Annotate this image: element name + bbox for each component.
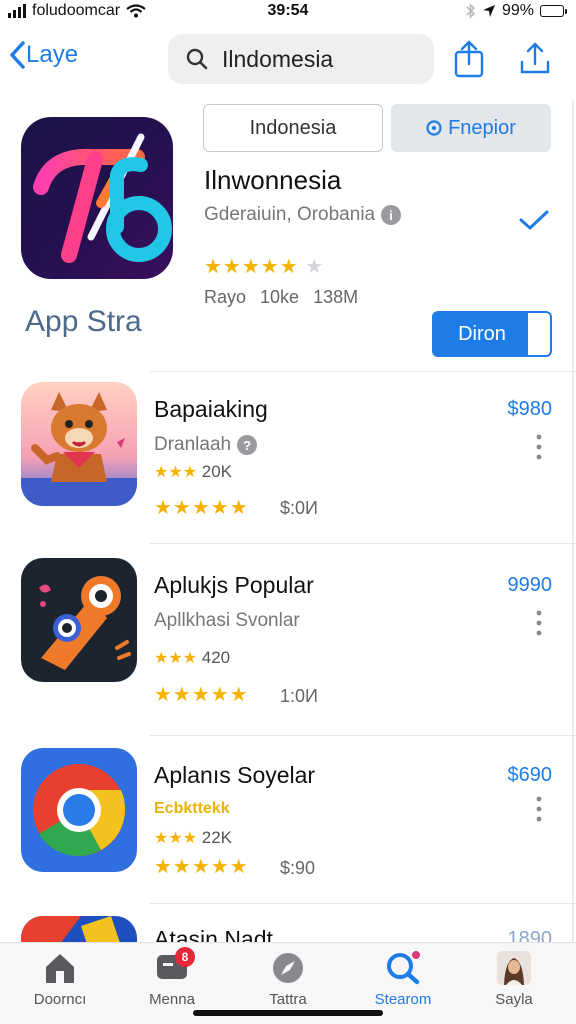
tab-home[interactable]: Doorncı: [12, 951, 108, 1008]
featured-meta-3: 138M: [313, 287, 359, 307]
divider: [150, 543, 576, 544]
app-subtitle-text: Apllkhasi Svonlar: [154, 610, 300, 631]
list-item[interactable]: Aplukjs Popular 9990 Apllkhasi Svonlar ★…: [0, 558, 576, 738]
app-subtitle: Dranlaah?: [154, 434, 258, 456]
app-subtitle: Apllkhasi Svonlar: [154, 610, 300, 632]
featured-subtitle-text: Gderaiuin, Orobania: [204, 204, 376, 225]
status-bar: foludoomcar 39:54 99%: [0, 0, 576, 24]
get-button[interactable]: Diron: [432, 311, 552, 357]
search-tab-icon: [386, 951, 420, 985]
partial-app-icon[interactable]: [21, 916, 137, 944]
more-icon[interactable]: [536, 610, 542, 636]
share-icon[interactable]: [452, 40, 486, 78]
app-subtitle-text: Ecbkttekk: [154, 800, 230, 817]
back-button[interactable]: Laye: [8, 40, 78, 70]
app-name[interactable]: Aplanıs Soyelar: [154, 762, 315, 789]
divider: [150, 903, 576, 904]
more-icon[interactable]: [536, 796, 542, 822]
mini-stars-icon: ★★★: [154, 464, 198, 481]
tab-label: Doorncı: [33, 991, 87, 1008]
app-subtitle-text: Dranlaah: [154, 434, 232, 455]
tab-label: Tattra: [269, 991, 307, 1008]
home-indicator[interactable]: [193, 1010, 383, 1016]
search-bar[interactable]: [168, 34, 434, 84]
featured-meta-2: 10ke: [260, 287, 300, 307]
segment-filter-label: Fnepior: [448, 116, 516, 139]
messages-icon: 8: [155, 947, 195, 985]
rating-count: 22K: [201, 828, 233, 847]
tag-icon: [426, 120, 442, 136]
list-item[interactable]: Atasin Nadt 1890: [0, 916, 576, 944]
featured-rating-stars: ★★★★★ ★: [204, 256, 325, 278]
checkmark-icon[interactable]: [518, 208, 550, 232]
tab-search[interactable]: Stearom: [355, 951, 451, 1008]
app-rating-count: ★★★ 420: [154, 648, 230, 668]
chrome-logo-icon[interactable]: [21, 748, 137, 872]
app-price[interactable]: $980: [508, 398, 553, 421]
status-right: 99%: [466, 2, 567, 20]
back-label: Laye: [26, 41, 79, 68]
notification-badge: 8: [175, 947, 195, 967]
tab-label: Menna: [149, 991, 195, 1008]
location-icon: [482, 5, 495, 17]
app-size: $:90: [280, 858, 316, 878]
nav-bar: Laye: [0, 34, 576, 86]
divider: [150, 735, 576, 736]
mini-stars-icon: ★★★: [154, 650, 198, 667]
app-name[interactable]: Aplukjs Popular: [154, 572, 314, 599]
profile-avatar-icon: [497, 951, 531, 985]
search-icon: [186, 48, 208, 70]
featured-caption: App Stra: [25, 305, 142, 338]
app-name[interactable]: Bapaiaking: [154, 396, 268, 423]
info-icon[interactable]: ?: [237, 435, 258, 455]
segment-filter[interactable]: Fnepior: [391, 104, 551, 152]
upload-icon[interactable]: [518, 40, 552, 78]
tab-label: Sayla: [495, 991, 533, 1008]
compass-icon: [271, 951, 305, 985]
app-price[interactable]: 9990: [508, 574, 553, 597]
app-stars: ★★★★★: [154, 497, 249, 519]
tab-messages[interactable]: 8 Menna: [124, 947, 220, 1008]
featured-meta: Rayo 10ke 138M: [204, 287, 358, 308]
featured-subtitle: Gderaiuin, Orobania i: [204, 204, 402, 226]
chevron-left-icon: [10, 41, 25, 69]
bluetooth-icon: [466, 3, 476, 19]
fox-mascot-icon[interactable]: [21, 382, 137, 506]
battery-percent: 99%: [501, 2, 534, 19]
info-icon[interactable]: i: [381, 205, 402, 225]
tab-profile[interactable]: Sayla: [466, 951, 562, 1008]
abstract-character-icon[interactable]: [21, 558, 137, 682]
rating-count: 420: [201, 648, 231, 667]
tab-compass[interactable]: Tattra: [240, 951, 336, 1008]
app-stars: ★★★★★: [154, 684, 249, 706]
app-price[interactable]: $690: [508, 764, 553, 787]
app-stars: ★★★★★: [154, 856, 249, 878]
featured-app-icon[interactable]: [21, 117, 173, 279]
home-icon: [43, 951, 77, 985]
featured-meta-1: Rayo: [204, 287, 247, 307]
app-subtitle: Ecbkttekk: [154, 800, 230, 818]
list-item[interactable]: Bapaiaking $980 Dranlaah? ★★★ 20K ★★★★★ …: [0, 382, 576, 562]
battery-icon: [540, 5, 567, 17]
segment-indonesia[interactable]: Indonesia: [203, 104, 383, 152]
mini-stars-icon: ★★★: [154, 830, 198, 847]
abstract-logo-icon: [21, 117, 173, 279]
app-rating-count: ★★★ 20K: [154, 462, 232, 482]
get-button-label: Diron: [458, 322, 506, 345]
more-icon[interactable]: [536, 434, 542, 460]
app-size: $:0И: [280, 498, 318, 518]
list-item[interactable]: Aplanıs Soyelar $690 Ecbkttekk ★★★ 22K ★…: [0, 748, 576, 928]
rating-count: 20K: [201, 462, 233, 481]
tab-label: Stearom: [374, 991, 432, 1008]
divider: [150, 371, 576, 372]
search-input[interactable]: [222, 45, 412, 73]
app-size: 1:0И: [280, 686, 318, 706]
featured-title: Ilnwonnesia: [204, 165, 342, 195]
app-rating-count: ★★★ 22K: [154, 828, 232, 848]
